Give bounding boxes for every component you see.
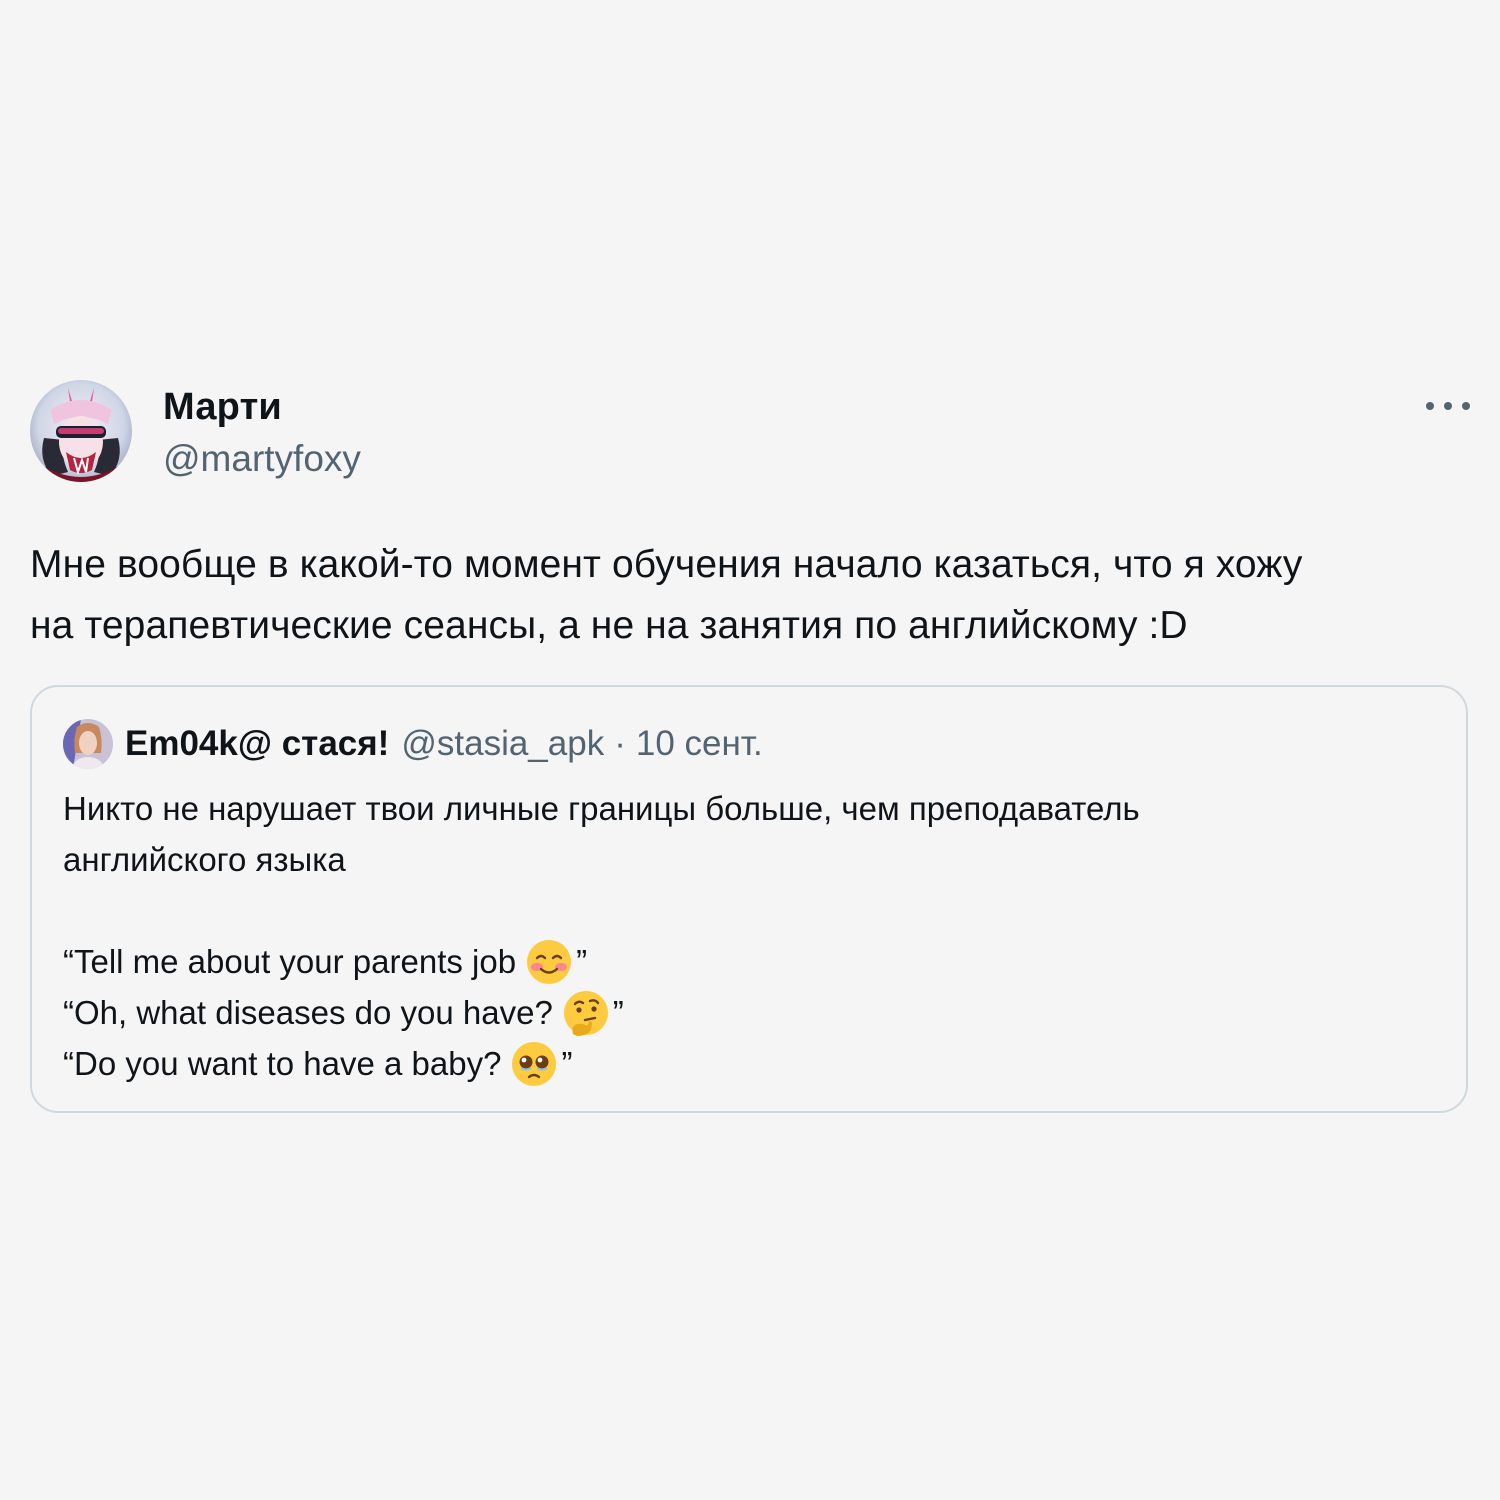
quoted-tweet[interactable]: Em04k@ стася! @stasia_apk · 10 сент. Ник…: [30, 685, 1468, 1113]
quoted-display-name[interactable]: Em04k@ стася!: [125, 724, 389, 764]
quoted-user-avatar[interactable]: [63, 719, 113, 769]
quote-line: “Do you want to have a baby? ”: [63, 1038, 1433, 1089]
quote-line-close: ”: [561, 1045, 573, 1082]
more-dot: [1426, 402, 1434, 410]
quote-line-close: ”: [612, 994, 624, 1031]
quoted-tweet-date[interactable]: 10 сент.: [636, 724, 763, 764]
user-handle[interactable]: @martyfoxy: [163, 436, 361, 482]
separator-dot: ·: [614, 724, 626, 763]
quoted-tweet-header: Em04k@ стася! @stasia_apk · 10 сент.: [63, 719, 763, 769]
quoted-tweet-text: Никто не нарушает твои личные границы бо…: [63, 783, 1433, 1089]
more-dot: [1462, 402, 1470, 410]
more-options-icon[interactable]: [1426, 394, 1470, 418]
quoted-text-line: английского языка: [63, 841, 346, 878]
quote-line: “Oh, what diseases do you have? ”: [63, 987, 1433, 1038]
user-names: Марти @martyfoxy: [163, 384, 361, 482]
user-avatar[interactable]: [30, 380, 132, 482]
thinking-face-icon: [563, 990, 608, 1036]
tweet: Марти @martyfoxy Мне вообще в какой-то м…: [30, 380, 1472, 1113]
display-name[interactable]: Марти: [163, 384, 361, 430]
quote-line: “Tell me about your parents job ”: [63, 936, 1433, 987]
avatar-image: [30, 380, 132, 482]
smiling-face-with-blush-icon: [527, 939, 572, 984]
pleading-face-icon: [512, 1041, 557, 1086]
quoted-user-handle[interactable]: @stasia_apk: [401, 724, 604, 764]
tweet-header: Марти @martyfoxy: [30, 380, 1472, 486]
quote-line-close: ”: [576, 943, 588, 980]
quote-line-text: “Oh, what diseases do you have?: [63, 994, 553, 1031]
quoted-text-line: Никто не нарушает твои личные границы бо…: [63, 790, 1140, 827]
more-dot: [1444, 402, 1452, 410]
quote-line-text: “Tell me about your parents job: [63, 943, 517, 980]
quoted-avatar-image: [63, 719, 113, 769]
quote-line-text: “Do you want to have a baby?: [63, 1045, 502, 1082]
tweet-text: Мне вообще в какой-то момент обучения на…: [30, 543, 1303, 647]
